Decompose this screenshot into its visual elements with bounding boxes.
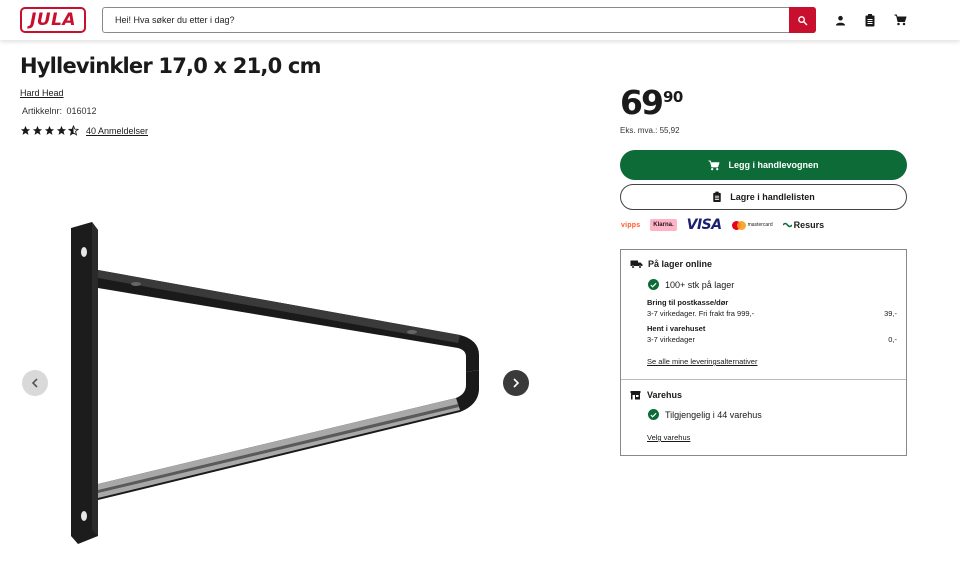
- store-stock-title: Varehus: [647, 390, 683, 400]
- save-to-list-label: Lagre i handlelisten: [730, 192, 815, 202]
- star-full-icon: [20, 125, 31, 135]
- online-stock-title: På lager online: [648, 259, 713, 269]
- availability-divider: [621, 379, 906, 380]
- shopping-list-icon: [713, 191, 721, 202]
- price-ex-vat: Eks. mva.: 55,92: [620, 126, 680, 135]
- store-stock-text: Tilgjengelig i 44 varehus: [665, 409, 762, 420]
- mastercard-icon: [731, 220, 746, 230]
- save-to-list-button[interactable]: Lagre i handlelisten: [620, 184, 907, 210]
- online-stock-header: På lager online: [630, 259, 712, 269]
- add-to-cart-button[interactable]: Legg i handlevognen: [620, 150, 907, 180]
- star-full-icon: [44, 125, 55, 135]
- store-stock-status: Tilgjengelig i 44 varehus: [648, 409, 762, 420]
- star-full-icon: [32, 125, 43, 135]
- online-stock-status: 100+ stk på lager: [648, 279, 734, 290]
- cart-button[interactable]: [892, 12, 908, 28]
- klarna-logo: Klarna.: [650, 219, 677, 231]
- truck-icon: [630, 260, 643, 269]
- post-delivery-detail: 3-7 virkedager. Fri frakt fra 999,-: [647, 309, 755, 318]
- search-icon: [798, 15, 808, 25]
- search-bar: [102, 7, 816, 33]
- vipps-logo: vipps: [621, 221, 641, 229]
- delivery-options-link[interactable]: Se alle mine leveringsalternativer: [647, 357, 757, 366]
- pickup-detail: 3-7 virkedager: [647, 335, 695, 344]
- resurs-text: Resurs: [793, 220, 825, 230]
- star-full-icon: [56, 125, 67, 135]
- jula-logo[interactable]: JULA: [20, 7, 86, 33]
- price-main: 69: [620, 83, 664, 122]
- reviews-link[interactable]: 40 Anmeldelser: [86, 126, 148, 136]
- resurs-logo: Resurs: [782, 220, 825, 230]
- gallery-next-button[interactable]: [503, 370, 529, 396]
- rating-stars[interactable]: 40 Anmeldelser: [20, 125, 148, 136]
- shopping-list-button[interactable]: [862, 12, 878, 28]
- store-stock-header: Varehus: [630, 390, 682, 400]
- price-decimals: 90: [662, 88, 683, 106]
- product-image: [71, 222, 479, 544]
- product-price: 69 90: [620, 86, 683, 119]
- article-number-value: 016012: [66, 106, 97, 116]
- chevron-right-icon: [513, 378, 520, 388]
- store-icon: [630, 391, 641, 400]
- mastercard-text: mastercard: [747, 222, 773, 228]
- site-header: JULA: [0, 0, 960, 40]
- online-stock-text: 100+ stk på lager: [665, 279, 735, 290]
- choose-store-link[interactable]: Velg varehus: [647, 433, 690, 442]
- mastercard-logo: mastercard: [731, 220, 773, 230]
- account-icon: [835, 15, 845, 26]
- article-number-label: Artikkelnr:: [22, 106, 63, 116]
- search-button[interactable]: [789, 7, 816, 33]
- availability-panel: På lager online 100+ stk på lager Bring …: [620, 249, 907, 456]
- pickup-price: 0,-: [888, 335, 897, 344]
- gallery-prev-button[interactable]: [22, 370, 48, 396]
- payment-methods: vipps Klarna. VISA mastercard Resurs: [621, 217, 834, 233]
- article-number: Artikkelnr: 016012: [20, 106, 97, 116]
- cart-icon: [894, 14, 906, 26]
- add-to-cart-label: Legg i handlevognen: [728, 160, 819, 170]
- shopping-list-icon: [865, 13, 875, 26]
- cart-icon: [708, 159, 720, 170]
- star-half-icon: [68, 125, 79, 136]
- product-title: Hyllevinkler 17,0 x 21,0 cm: [20, 54, 321, 78]
- check-icon: [648, 279, 659, 290]
- account-button[interactable]: [832, 12, 848, 28]
- post-delivery-title: Bring til postkasse/dør: [647, 298, 729, 307]
- post-delivery-price: 39,-: [884, 309, 897, 318]
- resurs-icon: [782, 222, 792, 228]
- chevron-left-icon: [31, 378, 38, 388]
- pickup-title: Hent i varehuset: [647, 324, 706, 333]
- check-icon: [648, 409, 659, 420]
- logo-text: JULA: [29, 10, 77, 30]
- visa-logo: VISA: [686, 217, 722, 233]
- brand-link[interactable]: Hard Head: [20, 88, 64, 98]
- product-image-gallery: [20, 200, 530, 560]
- search-input[interactable]: [103, 8, 789, 32]
